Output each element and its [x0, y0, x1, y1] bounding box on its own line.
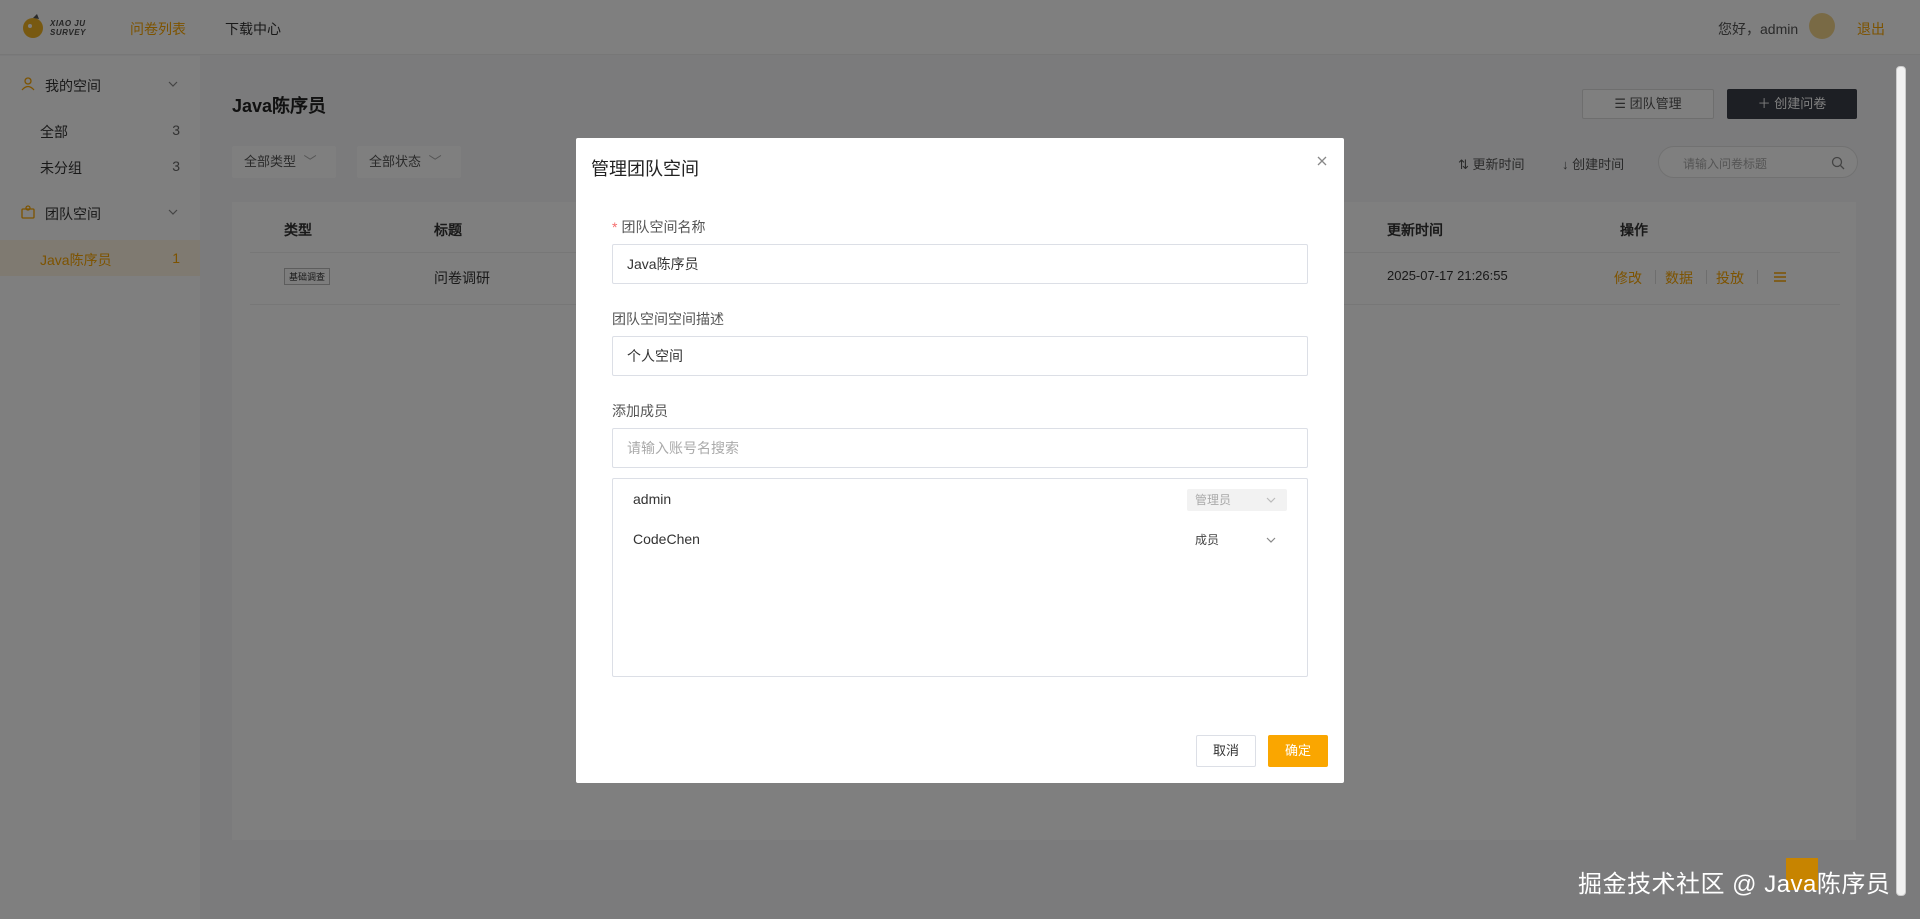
member-name: CodeChen [633, 531, 700, 547]
vertical-scrollbar[interactable] [1896, 66, 1906, 896]
confirm-button[interactable]: 确定 [1268, 735, 1328, 767]
member-role-value: 管理员 [1195, 493, 1232, 507]
member-name: admin [633, 491, 672, 507]
manage-team-dialog: 管理团队空间 * 团队空间名称 Java陈序员 团队空间空间描述 个人空间 添加成… [576, 138, 1344, 783]
chevron-down-icon [1266, 497, 1276, 503]
member-role-select[interactable]: 成员 [1187, 529, 1287, 551]
team-desc-input[interactable]: 个人空间 [612, 336, 1308, 376]
required-mark: * [612, 219, 618, 235]
watermark-text: 掘金技术社区 @ Java陈序员 [1578, 871, 1891, 898]
member-search-input[interactable]: 请输入账号名搜索 [612, 428, 1308, 468]
chevron-down-icon [1266, 537, 1276, 543]
close-icon[interactable] [1314, 153, 1330, 169]
cancel-button[interactable]: 取消 [1196, 735, 1256, 767]
add-member-label: 添加成员 [612, 403, 668, 419]
team-name-input[interactable]: Java陈序员 [612, 244, 1308, 284]
member-role-select: 管理员 [1187, 489, 1287, 511]
member-role-value: 成员 [1195, 533, 1220, 547]
team-name-label: * 团队空间名称 [612, 219, 706, 235]
member-list: admin 管理员 CodeChen 成员 [612, 478, 1308, 677]
dialog-title: 管理团队空间 [591, 159, 699, 179]
team-desc-label: 团队空间空间描述 [612, 311, 724, 327]
